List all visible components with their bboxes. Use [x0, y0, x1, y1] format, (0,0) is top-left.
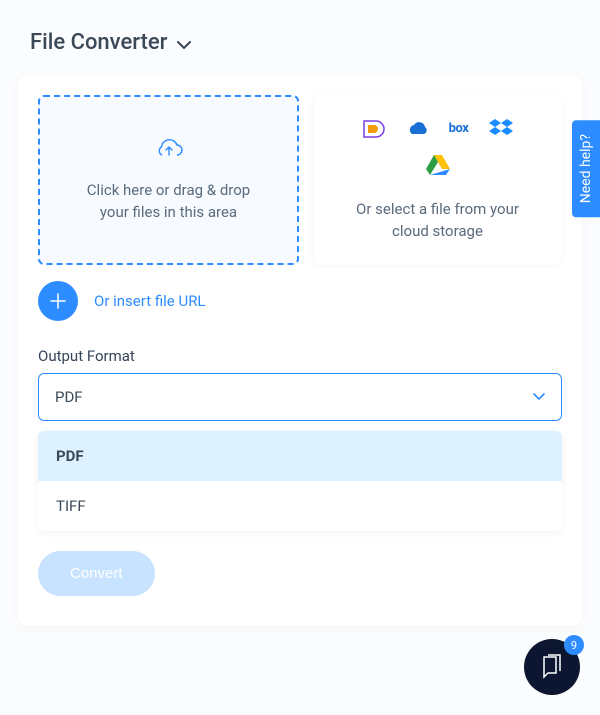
convert-button[interactable]: Convert — [38, 551, 155, 596]
onedrive-icon[interactable] — [403, 118, 431, 140]
add-url-button[interactable] — [38, 281, 78, 321]
drop-zone-text: Click here or drag & drop your files in … — [87, 179, 250, 224]
cloud-storage-box: box Or select a file from your cloud sto… — [313, 95, 562, 265]
help-tab[interactable]: Need help? — [572, 120, 600, 217]
drop-text-line1: Click here or drag & drop — [87, 179, 250, 202]
chat-widget[interactable]: 9 — [524, 639, 580, 695]
file-drop-zone[interactable]: Click here or drag & drop your files in … — [38, 95, 299, 265]
plus-icon — [50, 293, 66, 309]
url-insert-row: Or insert file URL — [38, 281, 562, 321]
box-icon[interactable]: box — [445, 118, 473, 140]
chat-icon — [538, 653, 566, 681]
option-tiff[interactable]: TIFF — [38, 481, 562, 531]
output-format-select[interactable]: PDF — [38, 373, 562, 421]
select-value: PDF — [55, 388, 83, 406]
cloud-text-line1: Or select a file from your — [356, 198, 519, 221]
chevron-down-icon — [533, 390, 545, 404]
option-pdf[interactable]: PDF — [38, 431, 562, 481]
chevron-up-icon — [177, 35, 191, 51]
chat-badge: 9 — [564, 635, 584, 655]
output-format-dropdown: PDF TIFF — [38, 431, 562, 531]
dynamsoft-icon[interactable] — [361, 118, 389, 140]
dropbox-icon[interactable] — [487, 118, 515, 140]
cloud-provider-icons: box — [353, 118, 523, 176]
section-header[interactable]: File Converter — [0, 0, 600, 75]
cloud-text-line2: cloud storage — [356, 220, 519, 243]
output-format-label: Output Format — [38, 347, 562, 365]
cloud-upload-icon — [154, 137, 184, 165]
converter-card: Click here or drag & drop your files in … — [18, 75, 582, 626]
cloud-text: Or select a file from your cloud storage — [356, 198, 519, 243]
upload-row: Click here or drag & drop your files in … — [38, 95, 562, 265]
section-title: File Converter — [30, 30, 167, 55]
url-insert-label[interactable]: Or insert file URL — [94, 292, 206, 310]
google-drive-icon[interactable] — [424, 154, 452, 176]
drop-text-line2: your files in this area — [87, 201, 250, 224]
